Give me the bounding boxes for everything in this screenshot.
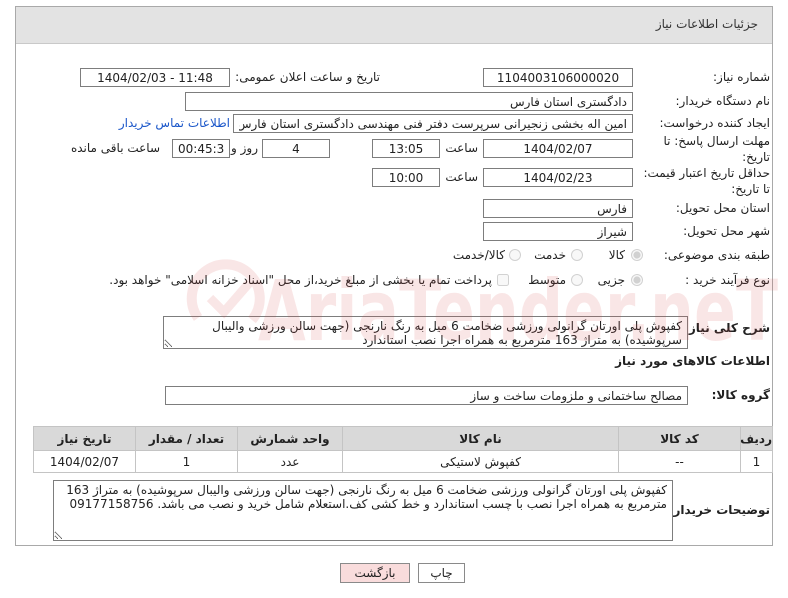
- need-number-field[interactable]: [483, 68, 633, 87]
- remaining-time-field[interactable]: [172, 139, 230, 158]
- th-item-code: کد کالا: [618, 426, 741, 451]
- deadline-label-line2: تاریخ:: [742, 150, 770, 164]
- delivery-province-field[interactable]: [483, 199, 633, 218]
- treasury-checkbox[interactable]: [497, 274, 509, 286]
- announce-datetime-label: تاریخ و ساعت اعلان عمومی:: [235, 70, 380, 84]
- category-radio-service[interactable]: [571, 249, 583, 261]
- cell-need-date: 1404/02/07: [33, 450, 136, 473]
- price-validity-label-line1: حداقل تاریخ اعتبار قیمت:: [643, 166, 770, 180]
- treasury-note: پرداخت تمام یا بخشی از مبلغ خرید،از محل …: [109, 273, 492, 287]
- category-option-goods-service: کالا/خدمت: [452, 248, 505, 262]
- th-quantity: تعداد / مقدار: [135, 426, 238, 451]
- deadline-label-line1: مهلت ارسال پاسخ: تا: [663, 134, 770, 148]
- deadline-date-field[interactable]: [483, 139, 633, 158]
- category-radio-goods[interactable]: [631, 249, 643, 261]
- cell-unit: عدد: [237, 450, 343, 473]
- buyer-org-label: نام دستگاه خریدار:: [675, 94, 771, 108]
- process-radio-minor[interactable]: [631, 274, 643, 286]
- category-option-goods: کالا: [608, 248, 625, 262]
- requester-field[interactable]: [233, 114, 633, 133]
- delivery-province-label: استان محل تحویل:: [675, 201, 770, 215]
- delivery-city-field[interactable]: [483, 222, 633, 241]
- th-need-date: تاریخ نیاز: [33, 426, 136, 451]
- process-option-minor: جزیی: [597, 273, 625, 287]
- process-option-medium: متوسط: [528, 273, 566, 287]
- category-radio-goods-service[interactable]: [509, 249, 521, 261]
- description-textarea[interactable]: کفپوش پلی اورتان گرانولی ورزشی ضخامت 6 م…: [163, 316, 688, 349]
- buyer-org-field[interactable]: [185, 92, 633, 111]
- process-radio-medium[interactable]: [571, 274, 583, 286]
- requester-label: ایجاد کننده درخواست:: [659, 116, 770, 130]
- buyer-notes-textarea[interactable]: کفپوش پلی اورتان گرانولی ورزشی ضخامت 6 م…: [53, 480, 673, 541]
- price-validity-time-label: ساعت: [445, 170, 478, 184]
- cell-quantity: 1: [135, 450, 238, 473]
- deadline-label: مهلت ارسال پاسخ: تا تاریخ:: [663, 133, 770, 165]
- table-row: 1 -- کفپوش لاستیکی عدد 1 1404/02/07: [33, 450, 773, 473]
- price-validity-label: حداقل تاریخ اعتبار قیمت: تا تاریخ:: [643, 165, 770, 197]
- goods-section-heading: اطلاعات کالاهای مورد نیاز: [615, 354, 770, 368]
- buyer-notes-label: توضیحات خریدار:: [668, 503, 770, 517]
- th-unit: واحد شمارش: [237, 426, 343, 451]
- category-label: طبقه بندی موضوعی:: [663, 248, 770, 262]
- panel-header: جزئیات اطلاعات نیاز: [16, 7, 772, 44]
- deadline-time-field[interactable]: [372, 139, 440, 158]
- buyer-contact-link[interactable]: اطلاعات تماس خریدار: [119, 115, 230, 131]
- table-header-row: ردیف کد کالا نام کالا واحد شمارش تعداد /…: [33, 426, 773, 451]
- process-type-label: نوع فرآیند خرید :: [685, 273, 770, 287]
- cell-item-name: کفپوش لاستیکی: [342, 450, 619, 473]
- print-button[interactable]: چاپ: [418, 563, 465, 583]
- need-number-label: شماره نیاز:: [713, 70, 770, 84]
- cell-item-code: --: [618, 450, 741, 473]
- description-label: شرح کلی نیاز:: [684, 321, 770, 335]
- price-validity-date-field[interactable]: [483, 168, 633, 187]
- panel-title: جزئیات اطلاعات نیاز: [655, 17, 758, 31]
- goods-group-label: گروه کالا:: [711, 388, 770, 402]
- price-validity-label-line2: تا تاریخ:: [731, 182, 770, 196]
- remaining-days-field[interactable]: [262, 139, 330, 158]
- deadline-time-label: ساعت: [445, 141, 478, 155]
- delivery-city-label: شهر محل تحویل:: [683, 224, 770, 238]
- category-option-service: خدمت: [534, 248, 566, 262]
- goods-group-field[interactable]: [165, 386, 688, 405]
- announce-datetime-field[interactable]: [80, 68, 230, 87]
- back-button[interactable]: بازگشت: [340, 563, 410, 583]
- th-row-index: ردیف: [740, 426, 773, 451]
- cell-row-index: 1: [740, 450, 773, 473]
- price-validity-time-field[interactable]: [372, 168, 440, 187]
- remaining-time-label: ساعت باقی مانده: [70, 141, 160, 155]
- goods-table: ردیف کد کالا نام کالا واحد شمارش تعداد /…: [33, 426, 773, 473]
- th-item-name: نام کالا: [342, 426, 619, 451]
- remaining-days-label: روز و: [231, 141, 258, 155]
